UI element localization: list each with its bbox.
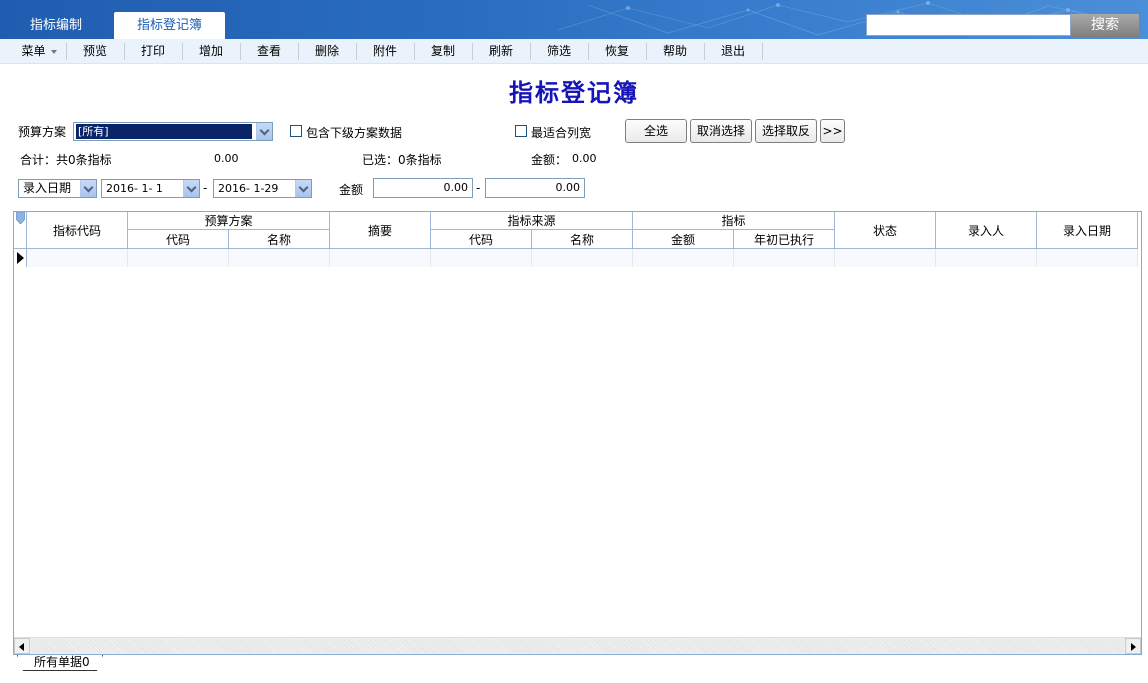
include-sub-label: 包含下级方案数据	[306, 126, 403, 140]
tab-indicator-compile[interactable]: 指标编制	[0, 12, 112, 39]
refresh-button[interactable]: 刷新	[473, 39, 529, 64]
preview-button[interactable]: 预览	[67, 39, 123, 64]
col-executed[interactable]: 年初已执行	[734, 230, 835, 249]
date-from-value: 2016- 1- 1	[106, 182, 163, 195]
table-row-cell[interactable]	[128, 249, 229, 267]
restore-button[interactable]: 恢复	[589, 39, 645, 64]
col-source-name[interactable]: 名称	[532, 230, 633, 249]
date-to-value: 2016- 1-29	[218, 182, 279, 195]
include-sub-checkbox[interactable]	[290, 125, 302, 137]
col-entered-by[interactable]: 录入人	[936, 212, 1037, 249]
help-button[interactable]: 帮助	[647, 39, 703, 64]
date-field-value: 录入日期	[23, 181, 72, 195]
table-row-cell[interactable]	[330, 249, 431, 267]
date-to-picker[interactable]: 2016- 1-29	[213, 179, 312, 198]
budget-plan-value: [所有]	[75, 123, 253, 140]
table-row-cell[interactable]	[936, 249, 1037, 267]
col-summary[interactable]: 摘要	[330, 212, 431, 249]
invert-select-button[interactable]: 选择取反	[755, 119, 817, 143]
col-budget-plan-code[interactable]: 代码	[128, 230, 229, 249]
total-count: 合计：共0条指标	[20, 153, 112, 167]
menu-button[interactable]: 菜单	[14, 39, 64, 64]
search-button[interactable]: 搜索	[1071, 14, 1139, 37]
chevron-down-icon[interactable]	[256, 123, 272, 140]
delete-button[interactable]: 删除	[299, 39, 355, 64]
chevron-down-icon[interactable]	[295, 180, 311, 197]
sheet-tab-all-documents[interactable]: 所有单据0	[17, 655, 103, 671]
amount-from-input[interactable]: 0.00	[373, 178, 473, 198]
table-row-cell[interactable]	[1037, 249, 1138, 267]
row-indicator-header	[14, 212, 27, 249]
col-budget-plan-name[interactable]: 名称	[229, 230, 330, 249]
chevron-down-icon[interactable]	[183, 180, 199, 197]
amount-separator: -	[476, 181, 481, 195]
col-group-budget-plan: 预算方案	[128, 212, 330, 230]
scroll-right-icon[interactable]	[1125, 638, 1141, 654]
exit-button[interactable]: 退出	[705, 39, 761, 64]
col-group-source: 指标来源	[431, 212, 633, 230]
date-from-picker[interactable]: 2016- 1- 1	[101, 179, 200, 198]
col-source-code[interactable]: 代码	[431, 230, 532, 249]
more-button[interactable]: >>	[820, 119, 845, 143]
top-bar: 指标编制 指标登记簿 搜索	[0, 0, 1148, 39]
copy-button[interactable]: 复制	[415, 39, 471, 64]
view-button[interactable]: 查看	[241, 39, 297, 64]
table-row-cell[interactable]	[229, 249, 330, 267]
data-grid[interactable]: 指标代码 预算方案 代码 名称 摘要 指标来源 代码 名称 指标 金额 年初已执…	[13, 211, 1142, 655]
scroll-left-icon[interactable]	[14, 638, 30, 654]
amount-filter-label: 金额	[339, 183, 364, 197]
chevron-down-icon	[50, 49, 57, 54]
filter-marker-icon	[16, 212, 25, 224]
best-fit-checkbox[interactable]	[515, 125, 527, 137]
amount-label: 金额：	[531, 153, 568, 167]
col-group-indicator: 指标	[633, 212, 835, 230]
date-separator: -	[203, 181, 208, 195]
table-row-cell[interactable]	[835, 249, 936, 267]
attachment-button[interactable]: 附件	[357, 39, 413, 64]
add-button[interactable]: 增加	[183, 39, 239, 64]
cancel-select-button[interactable]: 取消选择	[690, 119, 752, 143]
current-row-arrow-icon	[17, 252, 24, 264]
table-row-cell[interactable]	[431, 249, 532, 267]
col-indicator-code[interactable]: 指标代码	[27, 212, 128, 249]
date-field-select[interactable]: 录入日期	[18, 179, 97, 198]
scrollbar-track[interactable]	[31, 639, 1124, 653]
horizontal-scrollbar[interactable]	[14, 637, 1141, 654]
table-row-cell[interactable]	[27, 249, 128, 267]
col-entry-date[interactable]: 录入日期	[1037, 212, 1138, 249]
best-fit-label: 最适合列宽	[531, 126, 592, 140]
toolbar-divider	[762, 43, 763, 60]
menu-label: 菜单	[21, 44, 46, 58]
budget-plan-label: 预算方案	[18, 125, 67, 139]
select-all-button[interactable]: 全选	[625, 119, 687, 143]
total-amount: 0.00	[214, 152, 239, 165]
filter-button[interactable]: 筛选	[531, 39, 587, 64]
tab-indicator-register[interactable]: 指标登记簿	[114, 12, 225, 39]
col-amount[interactable]: 金额	[633, 230, 734, 249]
chevron-down-icon[interactable]	[80, 180, 96, 197]
toolbar: 菜单 预览 打印 增加 查看 删除 附件 复制 刷新 筛选 恢复 帮助 退出	[0, 39, 1148, 64]
row-indicator[interactable]	[14, 249, 27, 267]
print-button[interactable]: 打印	[125, 39, 181, 64]
col-status[interactable]: 状态	[835, 212, 936, 249]
budget-plan-select[interactable]: [所有]	[73, 122, 273, 141]
amount-value: 0.00	[572, 152, 597, 165]
selected-count: 已选：0条指标	[362, 153, 442, 167]
search-input[interactable]	[866, 14, 1071, 36]
table-row-cell[interactable]	[734, 249, 835, 267]
amount-to-input[interactable]: 0.00	[485, 178, 585, 198]
table-row-cell[interactable]	[633, 249, 734, 267]
page-title: 指标登记簿	[509, 78, 639, 107]
table-row-cell[interactable]	[532, 249, 633, 267]
